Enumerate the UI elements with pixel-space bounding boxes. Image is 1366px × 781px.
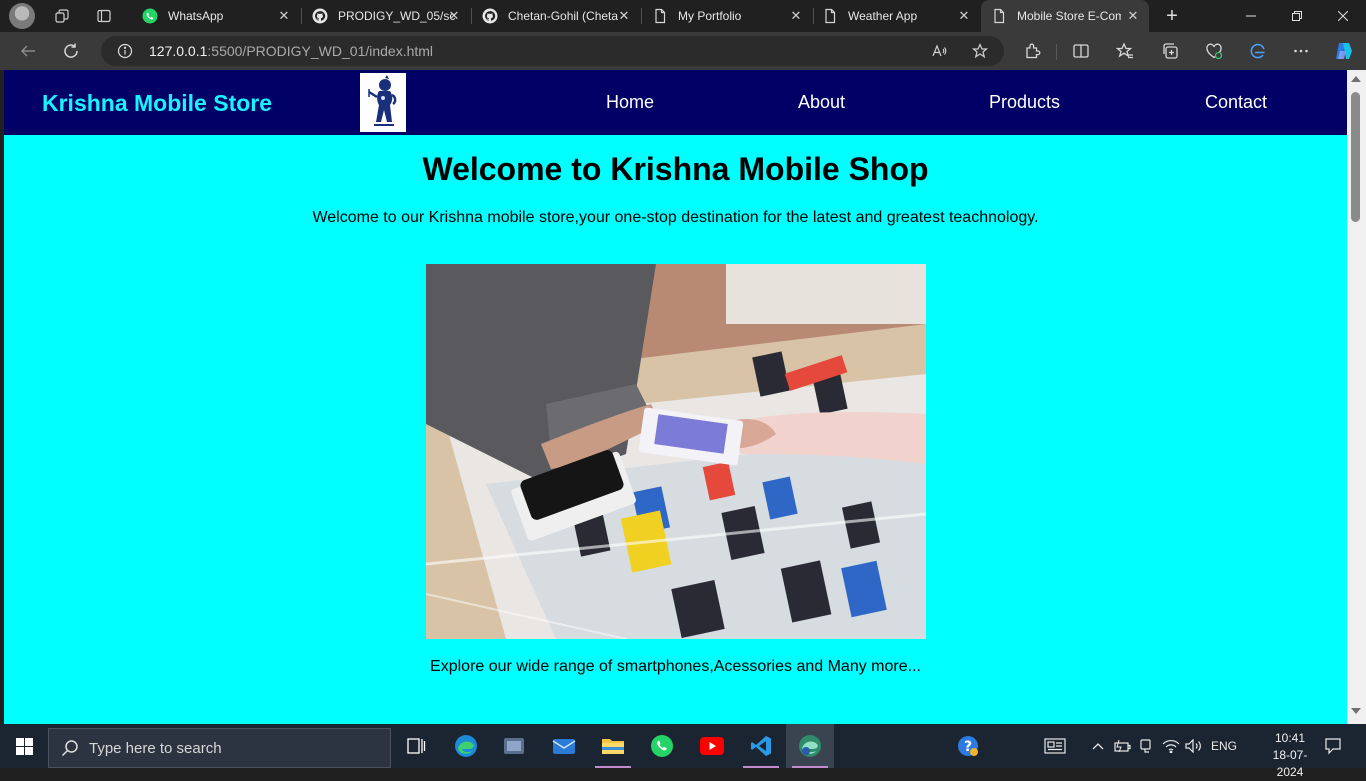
- intro-paragraph: Welcome to our Krishna mobile store,your…: [312, 209, 1039, 226]
- close-tab-icon[interactable]: ✕: [956, 8, 972, 24]
- language-indicator[interactable]: ENG: [1208, 724, 1240, 768]
- collections-icon[interactable]: [1161, 42, 1179, 60]
- edge-icon[interactable]: [442, 724, 490, 768]
- close-tab-icon[interactable]: ✕: [788, 8, 804, 24]
- tab-title: Weather App: [848, 9, 918, 23]
- tab-title: WhatsApp: [168, 9, 224, 23]
- read-aloud-icon[interactable]: [931, 43, 947, 59]
- tab-weather-app[interactable]: Weather App ✕: [812, 0, 980, 32]
- minimize-button[interactable]: [1228, 0, 1274, 32]
- favorites-icon[interactable]: [1115, 42, 1134, 60]
- store-hero-image: [426, 264, 926, 639]
- url-host: 127.0.0.1: [149, 43, 208, 59]
- edge-dev-icon[interactable]: [1249, 42, 1267, 60]
- settings-more-icon[interactable]: [1292, 42, 1310, 60]
- tab-my-portfolio[interactable]: My Portfolio ✕: [642, 0, 812, 32]
- tab-github-prodigy[interactable]: PRODIGY_WD_05/sc ✕: [302, 0, 470, 32]
- tab-github-profile[interactable]: Chetan-Gohil (Chetan ✕: [472, 0, 640, 32]
- battery-icon[interactable]: [1112, 724, 1134, 768]
- scroll-down-arrow[interactable]: [1351, 708, 1361, 714]
- tab-title: My Portfolio: [678, 9, 742, 23]
- copilot-icon[interactable]: [1333, 40, 1355, 62]
- whatsapp-icon[interactable]: [638, 724, 686, 768]
- brand-name[interactable]: Krishna Mobile Store: [42, 90, 272, 117]
- vscode-icon[interactable]: [737, 724, 785, 768]
- page-title: Welcome to Krishna Mobile Shop: [422, 151, 929, 187]
- taskbar-clock[interactable]: 10:41 18-07-2024: [1262, 730, 1318, 781]
- nav-link-products[interactable]: Products: [989, 92, 1060, 113]
- new-tab-button[interactable]: +: [1157, 0, 1187, 32]
- media-player-icon[interactable]: [490, 724, 538, 768]
- meet-now-icon[interactable]: [1137, 724, 1157, 768]
- toolbar-divider: [1056, 44, 1057, 60]
- page-icon: [822, 8, 838, 24]
- scroll-up-arrow[interactable]: [1351, 76, 1361, 82]
- krishna-logo-image: [360, 73, 406, 132]
- tab-whatsapp[interactable]: WhatsApp ✕: [132, 0, 300, 32]
- github-icon: [312, 8, 328, 24]
- nav-link-contact[interactable]: Contact: [1205, 92, 1267, 113]
- close-tab-icon[interactable]: ✕: [276, 8, 292, 24]
- github-icon: [482, 8, 498, 24]
- clock-time: 10:41: [1274, 731, 1306, 745]
- refresh-button[interactable]: [55, 35, 87, 67]
- mail-icon[interactable]: [540, 724, 588, 768]
- nav-link-about[interactable]: About: [798, 92, 845, 113]
- profile-avatar[interactable]: [9, 3, 35, 29]
- notifications-icon[interactable]: [1318, 724, 1348, 768]
- show-hidden-icons-chevron-icon[interactable]: [1088, 724, 1108, 768]
- news-widget-icon[interactable]: [1040, 724, 1070, 768]
- youtube-icon[interactable]: [688, 724, 736, 768]
- start-button[interactable]: [0, 724, 48, 768]
- page-scrollbar[interactable]: [1347, 70, 1366, 724]
- whatsapp-icon: [142, 8, 158, 24]
- tab-actions-icon[interactable]: [84, 0, 124, 32]
- scroll-thumb[interactable]: [1351, 92, 1360, 222]
- explore-paragraph: Explore our wide range of smartphones,Ac…: [430, 658, 921, 675]
- browser-toolbar: 127.0.0.1:5500/PRODIGY_WD_01/index.html: [0, 32, 1366, 70]
- workspaces-icon[interactable]: [42, 0, 82, 32]
- address-bar[interactable]: 127.0.0.1:5500/PRODIGY_WD_01/index.html: [101, 36, 1004, 66]
- taskbar-search-box[interactable]: Type here to search: [48, 728, 391, 768]
- site-info-icon[interactable]: [117, 43, 133, 59]
- help-icon[interactable]: ?: [952, 724, 984, 768]
- favorite-star-icon[interactable]: [971, 43, 989, 59]
- volume-icon[interactable]: [1183, 724, 1205, 768]
- clock-date: 18-07-2024: [1272, 748, 1308, 779]
- wifi-icon[interactable]: [1160, 724, 1182, 768]
- close-tab-icon[interactable]: ✕: [616, 8, 632, 24]
- tab-title: Chetan-Gohil (Chetan: [508, 9, 618, 23]
- browser-essentials-icon[interactable]: [1205, 42, 1223, 60]
- search-placeholder: Type here to search: [89, 739, 222, 757]
- url-path: :5500/PRODIGY_WD_01/index.html: [207, 43, 434, 59]
- close-tab-icon[interactable]: ✕: [446, 8, 462, 24]
- page-viewport: Krishna Mobile Store Home About Products…: [4, 70, 1347, 724]
- search-icon: [61, 739, 79, 757]
- tab-mobile-store[interactable]: Mobile Store E-Com ✕: [981, 0, 1149, 32]
- nav-link-home[interactable]: Home: [606, 92, 654, 113]
- windows-taskbar: Type here to search ? ENG 10:41 18-07-20…: [0, 724, 1366, 779]
- close-tab-icon[interactable]: ✕: [1125, 8, 1141, 24]
- edge-dev-icon[interactable]: [786, 724, 834, 768]
- page-icon: [652, 8, 668, 24]
- restore-button[interactable]: [1274, 0, 1320, 32]
- close-window-button[interactable]: [1320, 0, 1366, 32]
- task-view-icon[interactable]: [392, 724, 440, 768]
- file-explorer-icon[interactable]: [589, 724, 637, 768]
- extensions-icon[interactable]: [1024, 42, 1042, 60]
- page-icon: [991, 8, 1007, 24]
- url-text[interactable]: 127.0.0.1:5500/PRODIGY_WD_01/index.html: [149, 43, 433, 59]
- tab-title: Mobile Store E-Com: [1017, 9, 1121, 23]
- back-button[interactable]: [12, 35, 44, 67]
- split-screen-icon[interactable]: [1072, 42, 1090, 60]
- site-navbar: Krishna Mobile Store Home About Products…: [4, 70, 1347, 135]
